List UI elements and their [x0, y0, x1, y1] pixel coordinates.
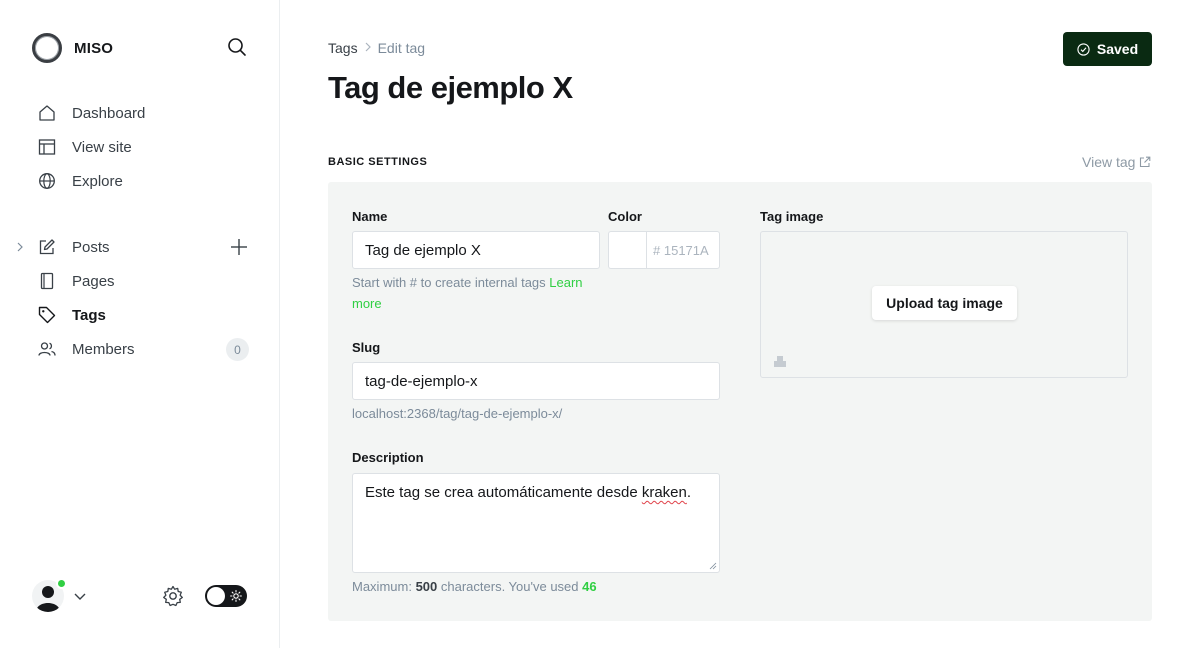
- check-circle-icon: [1077, 42, 1090, 56]
- tag-image-label: Tag image: [760, 209, 824, 224]
- settings-button[interactable]: [161, 584, 185, 608]
- primary-nav: Dashboard View site Explore: [0, 96, 280, 198]
- nav-item-pages[interactable]: Pages: [0, 264, 280, 298]
- plus-icon: [231, 239, 247, 255]
- slug-url-hint: localhost:2368/tag/tag-de-ejemplo-x/: [352, 406, 563, 421]
- page-title: Tag de ejemplo X: [328, 70, 573, 105]
- site-logo: [32, 33, 62, 63]
- sidebar-footer: [32, 578, 248, 614]
- view-tag-link[interactable]: View tag: [1082, 154, 1151, 170]
- save-button[interactable]: Saved: [1063, 32, 1152, 66]
- search-button[interactable]: [224, 34, 250, 60]
- search-icon: [228, 38, 246, 56]
- desc-max: 500: [415, 579, 438, 594]
- theme-toggle[interactable]: [205, 585, 247, 607]
- nav-item-dashboard[interactable]: Dashboard: [0, 96, 280, 130]
- nav-label: Members: [72, 340, 135, 358]
- nav-item-explore[interactable]: Explore: [0, 164, 280, 198]
- page-icon: [38, 272, 56, 290]
- color-input[interactable]: # 15171A: [646, 231, 720, 269]
- color-hash: #: [653, 242, 661, 258]
- basic-settings-panel: Name Tag de ejemplo X Start with # to cr…: [328, 182, 1152, 621]
- nav-item-tags[interactable]: Tags: [0, 298, 280, 332]
- nav-label: Tags: [72, 306, 106, 324]
- name-label: Name: [352, 209, 388, 224]
- resize-handle-icon[interactable]: [709, 562, 717, 570]
- members-count-badge: 0: [226, 338, 249, 361]
- sidebar: MISO Dashboard View site Explore Posts P…: [0, 0, 280, 648]
- slug-label: Slug: [352, 340, 381, 355]
- view-tag-label: View tag: [1082, 154, 1136, 170]
- pencil-square-icon: [38, 238, 56, 256]
- description-hint: Maximum: 500 characters. You've used 46: [352, 576, 597, 597]
- desc-hint-mid: characters. You've used: [437, 579, 583, 594]
- breadcrumb: Tags Edit tag: [328, 40, 425, 56]
- add-post-button[interactable]: [228, 236, 250, 258]
- nav-item-posts[interactable]: Posts: [0, 230, 280, 264]
- nav-label: Explore: [72, 172, 123, 190]
- chevron-right-icon: [364, 41, 372, 55]
- upload-tag-image-button[interactable]: Upload tag image: [872, 286, 1017, 320]
- layout-icon: [38, 138, 56, 156]
- members-icon: [38, 340, 56, 358]
- color-placeholder: 15171A: [663, 242, 709, 258]
- nav-label: Pages: [72, 272, 115, 290]
- nav-label: Dashboard: [72, 104, 146, 122]
- slug-input[interactable]: tag-de-ejemplo-x: [352, 362, 720, 400]
- nav-item-view-site[interactable]: View site: [0, 130, 280, 164]
- misspelled-word: kraken: [641, 484, 687, 501]
- name-hint: Start with # to create internal tags Lea…: [352, 272, 602, 314]
- nav-item-members[interactable]: Members 0: [0, 332, 280, 366]
- name-hint-text: Start with # to create internal tags: [352, 275, 546, 290]
- desc-hint-prefix: Maximum:: [352, 579, 416, 594]
- desc-used: 46: [582, 579, 597, 594]
- breadcrumb-current: Edit tag: [377, 40, 426, 56]
- image-placeholder-icon: [774, 356, 786, 367]
- description-textarea[interactable]: Este tag se crea automáticamente desde k…: [352, 473, 720, 573]
- name-input[interactable]: Tag de ejemplo X: [352, 231, 600, 269]
- toggle-knob: [207, 587, 225, 605]
- tag-image-dropzone[interactable]: Upload tag image: [760, 231, 1128, 378]
- sun-icon: [230, 590, 242, 602]
- description-text-end: .: [686, 484, 692, 501]
- nav-label: Posts: [72, 238, 110, 256]
- description-label: Description: [352, 450, 424, 465]
- online-status-dot: [56, 578, 67, 589]
- site-name: MISO: [74, 39, 114, 57]
- nav-label: View site: [72, 138, 132, 156]
- section-title: BASIC SETTINGS: [328, 156, 428, 168]
- chevron-right-icon[interactable]: [13, 240, 27, 254]
- color-swatch[interactable]: [608, 231, 646, 269]
- color-label: Color: [608, 209, 642, 224]
- gear-icon: [163, 585, 183, 607]
- brand[interactable]: MISO: [32, 32, 113, 64]
- chevron-down-icon[interactable]: [72, 588, 88, 604]
- main-content: Tags Edit tag Tag de ejemplo X Saved BAS…: [280, 0, 1200, 648]
- tag-icon: [38, 306, 56, 324]
- save-button-label: Saved: [1096, 41, 1139, 57]
- globe-icon: [38, 172, 56, 190]
- description-text: Este tag se crea automáticamente desde: [365, 484, 642, 501]
- home-icon: [38, 104, 56, 122]
- external-link-icon: [1140, 156, 1151, 168]
- content-nav: Posts Pages Tags Members 0: [0, 230, 280, 366]
- breadcrumb-tags-link[interactable]: Tags: [328, 40, 358, 56]
